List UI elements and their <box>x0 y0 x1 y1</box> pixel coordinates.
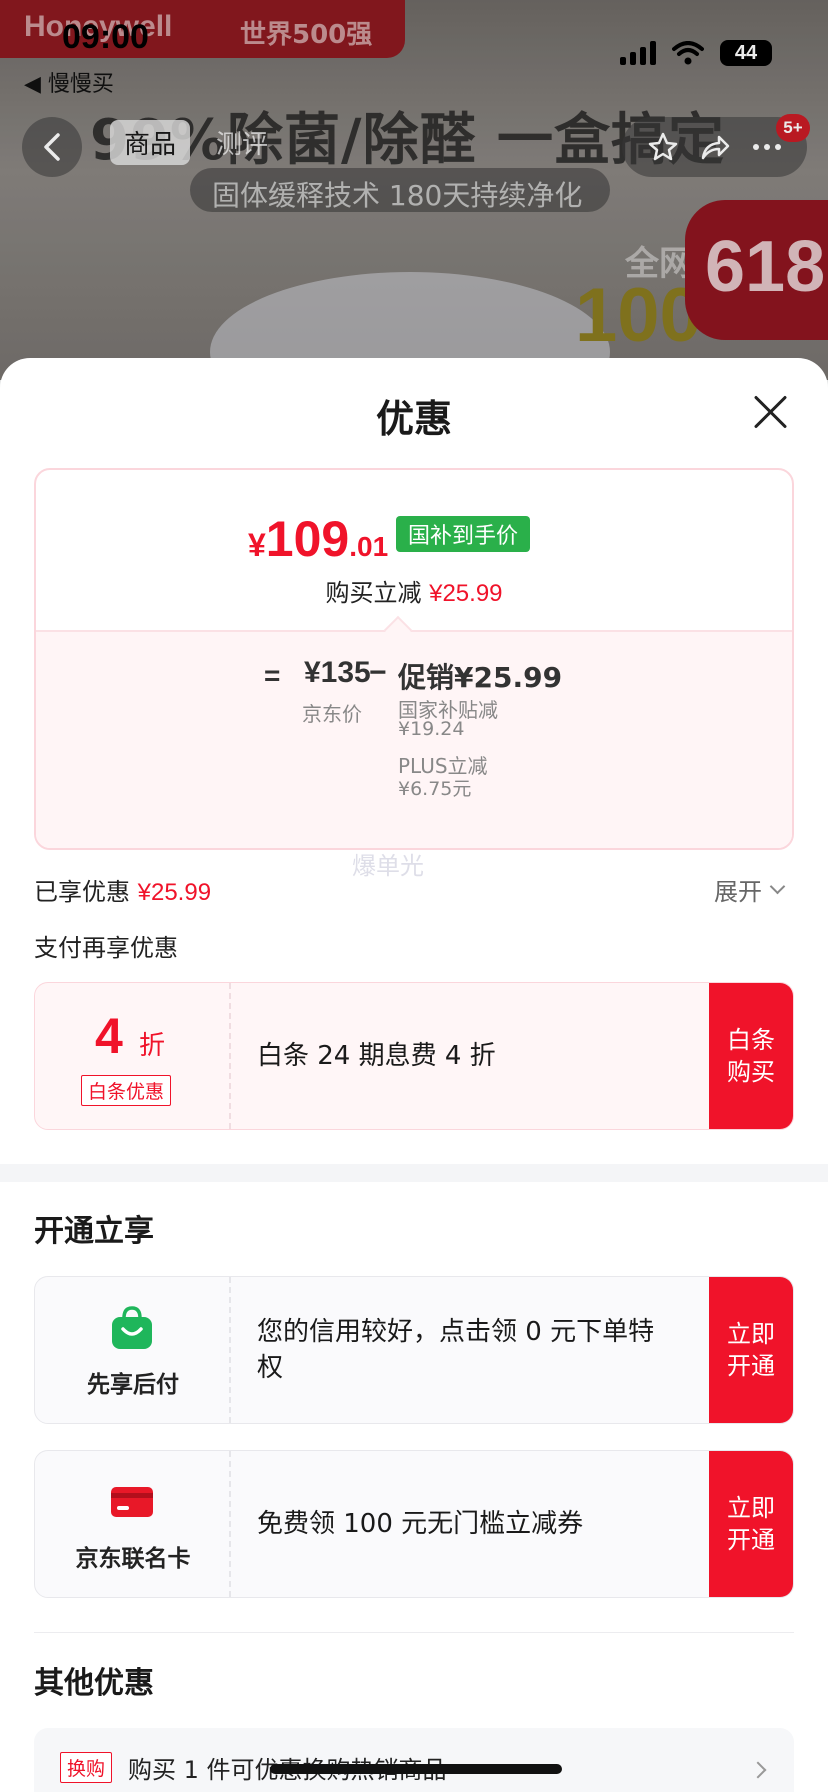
pay-later-text: 您的信用较好，点击领 0 元下单特权 <box>257 1317 655 1383</box>
shopping-bag-icon <box>112 1306 152 1349</box>
expand-button[interactable]: 展开 <box>714 872 786 907</box>
baitiao-text: 白条 24 期息费 4 折 <box>257 1041 496 1071</box>
baitiao-offer-card: 4 折 白条优惠 白条 24 期息费 4 折 白条购买 <box>34 982 794 1130</box>
section-divider <box>0 1164 828 1182</box>
co-brand-open-button[interactable]: 立即开通 <box>709 1451 793 1597</box>
watermark: 爆单光 <box>352 852 424 880</box>
formula-equals: = <box>264 660 281 691</box>
co-brand-text: 免费领 100 元无门槛立减券 <box>257 1509 584 1539</box>
chevron-down-icon <box>769 878 786 895</box>
instant-discount: 购买立减 ¥25.99 <box>325 579 503 607</box>
formula-minus: − <box>369 656 387 689</box>
baitiao-tag: 白条优惠 <box>81 1075 172 1106</box>
price-card: ¥109.01 国补到手价 购买立减 ¥25.99 = ¥135 京东价 − 促… <box>34 468 794 850</box>
close-icon[interactable] <box>752 394 788 430</box>
price-formula: = ¥135 京东价 − 促销¥25.99 国家补贴减 ¥19.24 PLUS立… <box>36 630 792 848</box>
final-price: ¥109.01 <box>248 511 389 567</box>
pay-later-name: 先享后付 <box>87 1372 179 1398</box>
pay-later-card: 先享后付 您的信用较好，点击领 0 元下单特权 立即开通 <box>34 1276 794 1424</box>
price-summary: ¥109.01 国补到手价 购买立减 ¥25.99 <box>36 470 792 630</box>
discount-sheet: 优惠 ¥109.01 国补到手价 购买立减 ¥25.99 = ¥135 京东价 … <box>0 358 828 1792</box>
open-section-title: 开通立享 <box>34 1214 154 1249</box>
jd-price: ¥135 <box>304 656 371 689</box>
swap-offer-row[interactable]: 换购 购买 1 件可优惠换购热销商品 <box>34 1728 794 1792</box>
credit-card-icon <box>111 1487 153 1517</box>
chevron-right-icon <box>749 1761 767 1779</box>
baitiao-discount: 4 折 白条优惠 <box>35 983 231 1129</box>
other-section-title: 其他优惠 <box>34 1666 154 1701</box>
jd-price-label: 京东价 <box>302 702 362 726</box>
divider-line <box>34 1632 794 1633</box>
pay-more-title: 支付再享优惠 <box>34 934 178 962</box>
enjoyed-discount: 已享优惠 ¥25.99 <box>34 878 212 906</box>
subsidy-amount: ¥19.24 <box>398 718 465 740</box>
promo-amount: 促销¥25.99 <box>398 661 563 694</box>
pay-later-open-button[interactable]: 立即开通 <box>709 1277 793 1423</box>
baitiao-buy-button[interactable]: 白条购买 <box>709 983 793 1129</box>
co-brand-card: 京东联名卡 免费领 100 元无门槛立减券 立即开通 <box>34 1450 794 1598</box>
sheet-title: 优惠 <box>375 397 452 441</box>
swap-tag: 换购 <box>60 1752 113 1783</box>
plus-amount: ¥6.75元 <box>398 778 472 800</box>
discount-number: 4 <box>95 1008 123 1064</box>
co-brand-name: 京东联名卡 <box>75 1546 191 1572</box>
subsidy-price-tag: 国补到手价 <box>396 516 531 552</box>
home-indicator[interactable] <box>270 1764 562 1774</box>
discount-unit: 折 <box>139 1031 166 1061</box>
